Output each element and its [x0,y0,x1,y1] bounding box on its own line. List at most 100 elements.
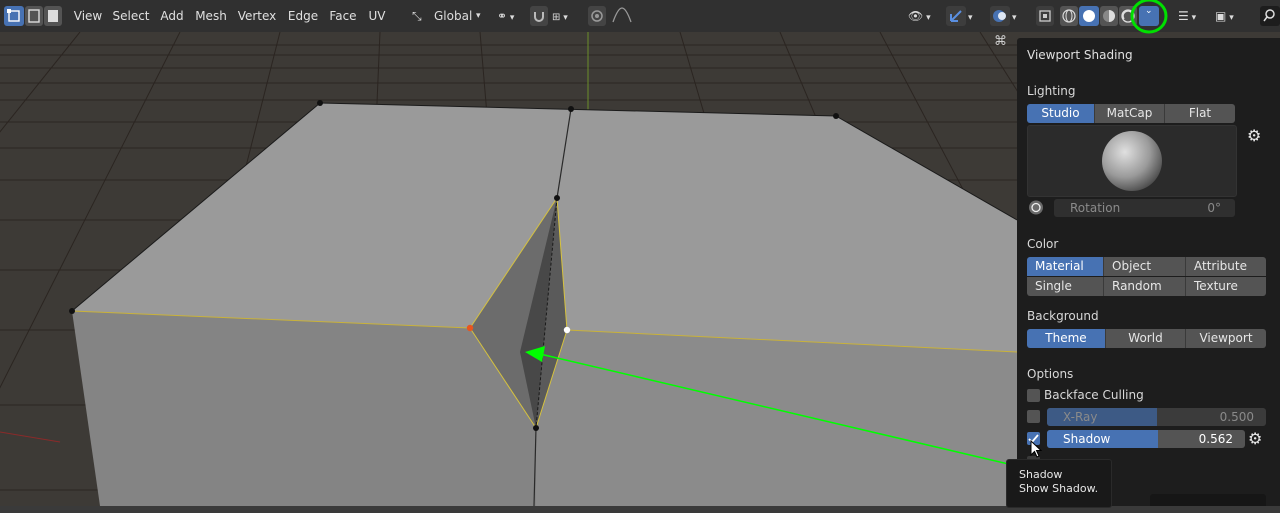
green-highlight-circle [1130,0,1168,34]
xray-value: 0.500 [1219,410,1254,424]
image-icon: ▣ [1215,9,1227,23]
search-icon [1263,9,1275,22]
tooltip-title: Shadow [1019,468,1063,481]
chevron-down-icon: ▾ [560,13,568,23]
snap-toggle[interactable] [530,6,548,26]
pivot-point-dropdown[interactable]: ⚭ ▾ [497,6,525,26]
backface-culling-checkbox[interactable] [1027,389,1040,402]
gizmo-navigation-icon[interactable]: ⌘ [994,34,1012,50]
shadow-tooltip: Shadow Show Shadow. [1006,459,1112,508]
rotation-slider[interactable]: Rotation 0° [1054,199,1235,217]
lighting-studio-button[interactable]: Studio [1027,104,1095,123]
vertex-select-mode-button[interactable] [4,6,24,26]
display-mode-dropdown[interactable]: ▣ ▾ [1215,6,1245,26]
overlays-toggle[interactable] [990,6,1010,26]
options-label: Options [1027,367,1074,381]
shading-solid-button[interactable] [1079,6,1099,26]
shadow-label: Shadow [1063,432,1111,446]
lighting-flat-button[interactable]: Flat [1165,104,1235,123]
chevron-down-icon: ▾ [1188,13,1197,23]
transform-orientation-dropdown[interactable]: ⤡ Global ▾ [410,6,488,26]
tooltip-description: Show Shadow. [1019,482,1099,495]
shading-material-button[interactable] [1100,6,1118,26]
viewport-shading-popover: Viewport Shading Lighting Studio MatCap … [1017,38,1280,513]
menu-uv[interactable]: UV [364,6,390,26]
studio-light-preview[interactable] [1027,125,1237,197]
shadow-intensity-slider[interactable]: Shadow 0.562 [1047,430,1245,448]
menu-view[interactable]: View [68,6,108,26]
menu-face[interactable]: Face [326,6,360,26]
eye-icon: 👁 [908,9,924,23]
edge-select-icon [28,9,40,23]
rotation-value: 0° [1207,201,1221,215]
falloff-curve-icon [612,7,632,23]
object-visibility-dropdown[interactable]: 👁 ▾ [908,6,940,26]
color-label: Color [1027,237,1059,251]
menu-edge[interactable]: Edge [284,6,322,26]
background-viewport-button[interactable]: Viewport [1186,329,1266,348]
lighting-matcap-button[interactable]: MatCap [1095,104,1165,123]
chevron-down-icon: ▾ [507,13,515,23]
color-random-button[interactable]: Random [1104,277,1186,296]
transform-orientation-value: Global [434,9,473,23]
background-theme-button[interactable]: Theme [1027,329,1106,348]
editor-type-dropdown[interactable]: ☰ ▾ [1178,6,1208,26]
search-button[interactable] [1260,6,1280,26]
outliner-icon: ☰ [1178,9,1189,23]
xray-alpha-slider[interactable]: X-Ray 0.500 [1047,408,1266,426]
menu-add[interactable]: Add [156,6,188,26]
background-world-button[interactable]: World [1106,329,1186,348]
background-label: Background [1027,309,1099,323]
selected-vertex[interactable] [563,326,571,334]
proportional-editing-toggle[interactable] [588,6,606,26]
orientation-icon: ⤡ [412,9,422,23]
properties-field [1150,494,1266,506]
vertex-select-icon [7,9,20,22]
shading-wireframe-button[interactable] [1060,6,1078,26]
color-material-button[interactable]: Material [1027,257,1104,276]
active-vertex[interactable] [466,324,474,332]
solid-sphere-icon [1083,10,1095,22]
gizmo-dropdown[interactable]: ▾ [968,6,982,26]
proportional-edit-icon [591,10,603,22]
wireframe-sphere-icon [1062,9,1076,23]
pivot-icon: ⚭ [497,9,508,23]
color-texture-button[interactable]: Texture [1186,277,1266,296]
face-select-mode-button[interactable] [44,6,62,26]
world-space-lighting-toggle[interactable] [1027,198,1045,217]
snap-target-dropdown[interactable]: ⊞ ▾ [552,6,580,26]
lighting-label: Lighting [1027,84,1076,98]
chevron-down-icon: ▾ [968,13,973,23]
backface-culling-label: Backface Culling [1044,388,1144,402]
color-attribute-button[interactable]: Attribute [1186,257,1266,276]
menu-select[interactable]: Select [110,6,152,26]
chevron-down-icon: ▾ [476,11,481,21]
rotation-label: Rotation [1070,201,1121,215]
overlays-dropdown[interactable]: ▾ [1012,6,1026,26]
gizmo-icon [950,10,962,22]
color-object-button[interactable]: Object [1104,257,1186,276]
gear-icon[interactable]: ⚙ [1248,429,1262,448]
menu-mesh[interactable]: Mesh [192,6,230,26]
shadow-value: 0.562 [1198,432,1233,446]
chevron-down-icon: ▾ [1226,13,1234,23]
popover-title: Viewport Shading [1027,48,1133,62]
xray-toggle[interactable] [1036,6,1054,26]
gear-icon[interactable]: ⚙ [1247,126,1261,145]
xray-icon [1039,10,1051,22]
mouse-cursor-icon [1030,440,1043,458]
menu-vertex[interactable]: Vertex [234,6,280,26]
xray-checkbox[interactable] [1027,410,1040,423]
magnet-icon [534,12,544,22]
gizmo-toggle[interactable] [946,6,966,26]
chevron-down-icon: ▾ [923,13,931,23]
edge-select-mode-button[interactable] [25,6,43,26]
face-select-icon [48,10,58,22]
proportional-falloff-dropdown[interactable] [610,6,636,26]
chevron-down-icon: ▾ [1012,13,1017,23]
world-icon [1029,200,1043,215]
overlays-icon [993,10,1006,22]
material-sphere-icon [1103,10,1115,22]
studio-sphere-preview [1102,131,1162,191]
color-single-button[interactable]: Single [1027,277,1104,296]
